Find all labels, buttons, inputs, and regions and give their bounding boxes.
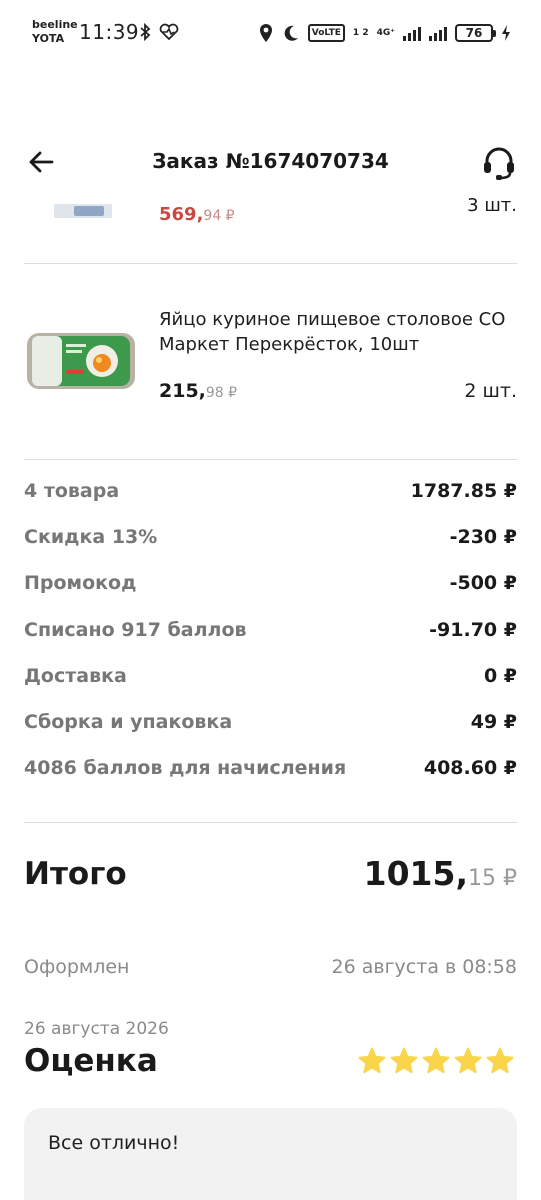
summary-label: Промокод (24, 572, 137, 594)
summary-label: Доставка (24, 665, 127, 687)
product-qty: 2 шт. (464, 380, 517, 402)
page-title: Заказ №1674070734 (152, 149, 389, 173)
charging-icon (502, 25, 510, 41)
summary-value: 49 ₽ (470, 711, 517, 733)
summary-value: 408.60 ₽ (423, 757, 517, 779)
product-name: Яйцо куриное пищевое столовое СО Маркет … (159, 309, 506, 355)
summary-row-points-spent: Списано 917 баллов -91.70 ₽ (24, 619, 517, 649)
location-icon (259, 24, 272, 42)
app-header: Заказ №1674070734 (0, 135, 541, 191)
clock: 11:39 (79, 20, 140, 44)
battery-icon: 76 (455, 24, 496, 42)
summary-value: -230 ₽ (449, 526, 517, 548)
total-main: 1015, (363, 854, 469, 893)
bluetooth-icon (140, 23, 151, 41)
review-comment-box: Все отлично! (24, 1108, 517, 1200)
status-icons: VoLTE 1 2 4G⁺ 76 (258, 20, 511, 46)
divider (24, 822, 517, 823)
product-price-kop: 98 ₽ (205, 385, 238, 401)
total-label: Итого (24, 856, 127, 892)
previous-price-main: 569, (159, 204, 204, 225)
rating-stars (357, 1046, 515, 1076)
summary-row-items: 4 товара 1787.85 ₽ (24, 480, 517, 510)
placed-date: 26 августа в 08:58 (331, 956, 517, 978)
summary-label: 4086 баллов для начисления (24, 757, 347, 779)
star-icon (358, 1047, 386, 1074)
summary-label: Сборка и упаковка (24, 711, 233, 733)
summary-row-discount: Скидка 13% -230 ₽ (24, 526, 517, 556)
previous-product-row[interactable]: 569,94 ₽ 3 шт. (0, 191, 541, 261)
support-headset-icon[interactable] (481, 145, 517, 181)
rating-date: 26 августа 2026 (24, 1019, 169, 1039)
network-type: 4G⁺ (376, 28, 395, 38)
star-icon (486, 1047, 514, 1074)
summary-value: -91.70 ₽ (429, 619, 517, 641)
total-value: 1015,15 ₽ (364, 854, 517, 893)
signal-icon-2 (429, 25, 447, 41)
summary-label: 4 товара (24, 480, 120, 502)
carrier-names: beeline YOTA (32, 18, 78, 46)
divider (24, 459, 517, 460)
total-kop: 15 ₽ (468, 866, 517, 891)
previous-product-price: 569,94 ₽ (159, 204, 235, 225)
previous-product-image (54, 204, 112, 218)
summary-value: 0 ₽ (483, 665, 517, 687)
summary-value: -500 ₽ (449, 572, 517, 594)
signal-icon (403, 25, 421, 41)
previous-price-kop: 94 ₽ (203, 208, 235, 224)
carrier-1: beeline (32, 18, 78, 31)
rating-title: Оценка (24, 1043, 158, 1079)
moon-icon (284, 25, 298, 41)
summary-label: Скидка 13% (24, 526, 158, 548)
divider (24, 263, 517, 264)
summary-label: Списано 917 баллов (24, 619, 247, 641)
product-price-main: 215, (159, 380, 206, 402)
star-icon (390, 1047, 418, 1074)
previous-product-qty: 3 шт. (467, 195, 517, 216)
summary-row-delivery: Доставка 0 ₽ (24, 665, 517, 695)
carrier-2: YOTA (32, 32, 65, 45)
placed-label: Оформлен (24, 956, 130, 978)
product-image (27, 333, 135, 389)
summary-row-promocode: Промокод -500 ₽ (24, 572, 517, 602)
product-price: 215,98 ₽ (159, 380, 237, 402)
review-comment: Все отлично! (48, 1132, 180, 1154)
status-bar: beeline YOTA 11:39 VoLTE 1 2 4G⁺ 76 (0, 0, 541, 64)
summary-row-points-earned: 4086 баллов для начисления 408.60 ₽ (24, 757, 517, 787)
summary-row-packaging: Сборка и упаковка 49 ₽ (24, 711, 517, 741)
volte-badge: VoLTE (307, 24, 345, 42)
heart-rate-icon (159, 23, 179, 41)
sim-slots: 1 2 (352, 28, 369, 38)
star-icon (422, 1047, 450, 1074)
summary-value: 1787.85 ₽ (410, 480, 517, 502)
star-icon (454, 1047, 482, 1074)
